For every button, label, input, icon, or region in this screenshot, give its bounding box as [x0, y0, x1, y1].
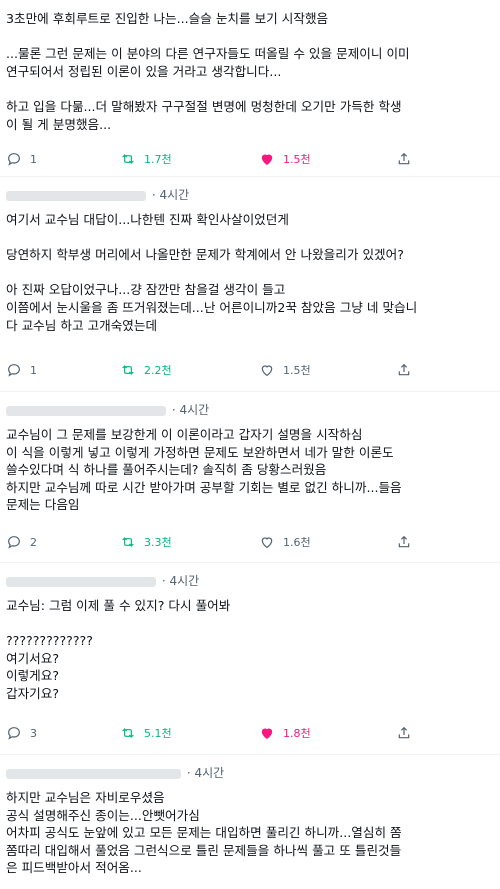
heart-icon: [261, 154, 273, 165]
like-count: 1.6천: [283, 536, 311, 549]
reply-count: 2: [30, 535, 37, 549]
tweet-actions: 1 1.7천 1.5천: [0, 150, 500, 168]
retweet-icon: [122, 537, 134, 547]
like-button[interactable]: 1.5천: [259, 361, 311, 379]
like-button[interactable]: 1.5천: [259, 150, 311, 168]
timestamp: · 4시간: [151, 188, 190, 202]
reply-icon: [8, 364, 20, 377]
tweet-text: 여기서 교수님 대답이...나한텐 진짜 확인사살이었던게 당연하지 학부생 머…: [6, 212, 418, 333]
tweet: · 4시간 교수님: 그럼 이제 풀 수 있지? 다시 풀어봐 ????????…: [0, 563, 500, 754]
reply-button[interactable]: 1: [6, 361, 37, 379]
retweet-button[interactable]: 2.2천: [120, 361, 172, 379]
username-redacted: [6, 190, 146, 201]
username-redacted: [6, 576, 156, 587]
reply-icon: [8, 536, 20, 549]
tweet: · 4시간 여기서 교수님 대답이...나한텐 진짜 확인사살이었던게 당연하지…: [0, 177, 500, 391]
username-redacted: [6, 405, 166, 416]
retweet-icon: [122, 728, 134, 738]
tweet-text: 3초만에 후회루트로 진입한 나는...슬슬 눈치를 보기 시작했음 ...물론…: [6, 11, 410, 132]
retweet-button[interactable]: 1.7천: [120, 150, 172, 168]
heart-icon: [261, 537, 273, 549]
reply-button[interactable]: 1: [6, 150, 37, 168]
retweet-button[interactable]: 5.1천: [120, 724, 172, 742]
like-count: 1.5천: [283, 153, 311, 166]
tweet-text: 교수님이 그 문제를 보강한게 이 이론이라고 갑자기 설명을 시작하심 이 식…: [6, 427, 402, 513]
share-button[interactable]: [396, 361, 412, 379]
retweet-count: 5.1천: [144, 727, 172, 740]
share-icon: [398, 535, 410, 548]
tweet: · 4시간 교수님이 그 문제를 보강한게 이 이론이라고 갑자기 설명을 시작…: [0, 392, 500, 562]
timestamp: · 4시간: [161, 574, 200, 588]
tweet: 3초만에 후회루트로 진입한 나는...슬슬 눈치를 보기 시작했음 ...물론…: [0, 0, 500, 176]
tweet-actions: 1 2.2천 1.5천: [0, 361, 500, 379]
heart-icon: [261, 728, 273, 739]
tweet-actions: 2 3.3천 1.6천: [0, 533, 500, 551]
tweet-header: · 4시간: [6, 572, 199, 589]
retweet-icon: [122, 365, 134, 375]
like-button[interactable]: 1.6천: [259, 533, 311, 551]
reply-count: 1: [30, 363, 37, 377]
retweet-count: 1.7천: [144, 153, 172, 166]
retweet-count: 3.3천: [144, 536, 172, 549]
reply-icon: [8, 153, 20, 166]
like-count: 1.8천: [283, 727, 311, 740]
reply-count: 3: [30, 726, 37, 740]
share-icon: [398, 726, 410, 739]
reply-count: 1: [30, 152, 37, 166]
share-button[interactable]: [396, 150, 412, 168]
share-button[interactable]: [396, 533, 412, 551]
heart-icon: [261, 365, 273, 377]
share-icon: [398, 152, 410, 165]
retweet-count: 2.2천: [144, 364, 172, 377]
tweet-header: · 4시간: [6, 186, 189, 203]
reply-button[interactable]: 3: [6, 724, 37, 742]
retweet-button[interactable]: 3.3천: [120, 533, 172, 551]
reply-icon: [8, 727, 20, 740]
like-button[interactable]: 1.8천: [259, 724, 311, 742]
tweet-header: · 4시간: [6, 764, 224, 781]
timestamp: · 4시간: [186, 766, 225, 780]
reply-button[interactable]: 2: [6, 533, 37, 551]
share-icon: [398, 363, 410, 376]
tweet-actions: 3 5.1천 1.8천: [0, 724, 500, 742]
retweet-icon: [122, 154, 134, 164]
username-redacted: [6, 768, 181, 779]
share-button[interactable]: [396, 724, 412, 742]
tweet-text: 하지만 교수님은 자비로우셨음 공식 설명해주신 종이는...안뺏어가심 어차피…: [6, 790, 402, 876]
tweet: · 4시간 하지만 교수님은 자비로우셨음 공식 설명해주신 종이는...안뺏어…: [0, 755, 500, 889]
timestamp: · 4시간: [171, 403, 210, 417]
like-count: 1.5천: [283, 364, 311, 377]
tweet-text: 교수님: 그럼 이제 풀 수 있지? 다시 풀어봐 ????????????? …: [6, 598, 231, 701]
tweet-header: · 4시간: [6, 401, 209, 418]
